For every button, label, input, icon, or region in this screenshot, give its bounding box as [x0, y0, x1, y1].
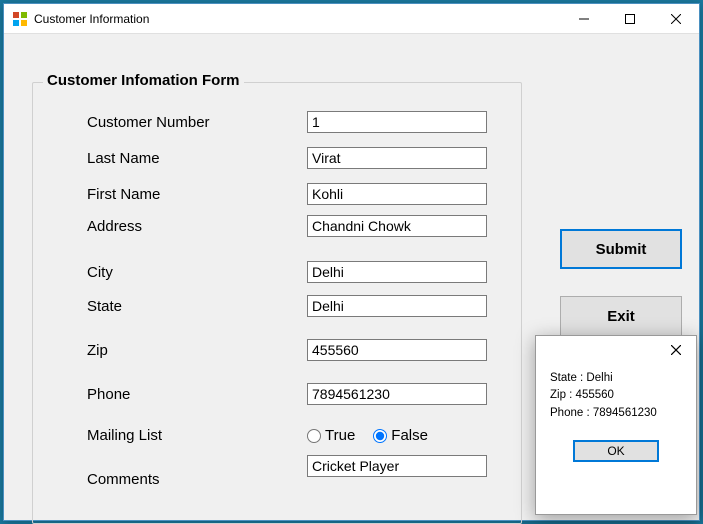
- input-state[interactable]: [307, 295, 487, 317]
- app-icon: [12, 11, 28, 27]
- radio-false-text: False: [391, 427, 428, 444]
- label-state: State: [87, 298, 307, 315]
- dialog-titlebar: [536, 336, 696, 364]
- radio-true[interactable]: [307, 429, 321, 443]
- radio-true-text: True: [325, 427, 355, 444]
- dialog-line-state: State : Delhi: [550, 370, 682, 387]
- customer-form-group: Customer Infomation Form Customer Number…: [32, 82, 522, 524]
- input-first-name[interactable]: [307, 183, 487, 205]
- dialog-close-button[interactable]: [656, 336, 696, 364]
- input-zip[interactable]: [307, 339, 487, 361]
- dialog-line-zip: Zip : 455560: [550, 387, 682, 404]
- label-zip: Zip: [87, 342, 307, 359]
- radio-true-label[interactable]: True: [307, 427, 355, 444]
- close-button[interactable]: [653, 4, 699, 34]
- label-comments: Comments: [87, 471, 307, 488]
- dialog-ok-button[interactable]: OK: [573, 440, 659, 462]
- label-address: Address: [87, 218, 307, 235]
- input-last-name[interactable]: [307, 147, 487, 169]
- window-buttons: [561, 4, 699, 34]
- group-legend: Customer Infomation Form: [43, 72, 244, 89]
- radio-false[interactable]: [373, 429, 387, 443]
- input-comments[interactable]: [307, 455, 487, 477]
- radio-false-label[interactable]: False: [373, 427, 428, 444]
- label-last-name: Last Name: [87, 150, 307, 167]
- dialog-line-phone: Phone : 7894561230: [550, 405, 682, 422]
- label-city: City: [87, 264, 307, 281]
- message-dialog: State : Delhi Zip : 455560 Phone : 78945…: [535, 335, 697, 515]
- titlebar: Customer Information: [4, 4, 699, 34]
- exit-button[interactable]: Exit: [560, 296, 682, 336]
- input-customer-number[interactable]: [307, 111, 487, 133]
- minimize-button[interactable]: [561, 4, 607, 34]
- mailing-list-radios: True False: [307, 427, 428, 444]
- dialog-body: State : Delhi Zip : 455560 Phone : 78945…: [536, 364, 696, 422]
- submit-button[interactable]: Submit: [560, 229, 682, 269]
- input-address[interactable]: [307, 215, 487, 237]
- client-area: Customer Infomation Form Customer Number…: [4, 34, 699, 74]
- label-customer-number: Customer Number: [87, 114, 307, 131]
- dialog-footer: OK: [536, 422, 696, 462]
- label-mailing-list: Mailing List: [87, 427, 307, 444]
- label-first-name: First Name: [87, 186, 307, 203]
- maximize-button[interactable]: [607, 4, 653, 34]
- window-title: Customer Information: [34, 12, 561, 26]
- input-phone[interactable]: [307, 383, 487, 405]
- input-city[interactable]: [307, 261, 487, 283]
- label-phone: Phone: [87, 386, 307, 403]
